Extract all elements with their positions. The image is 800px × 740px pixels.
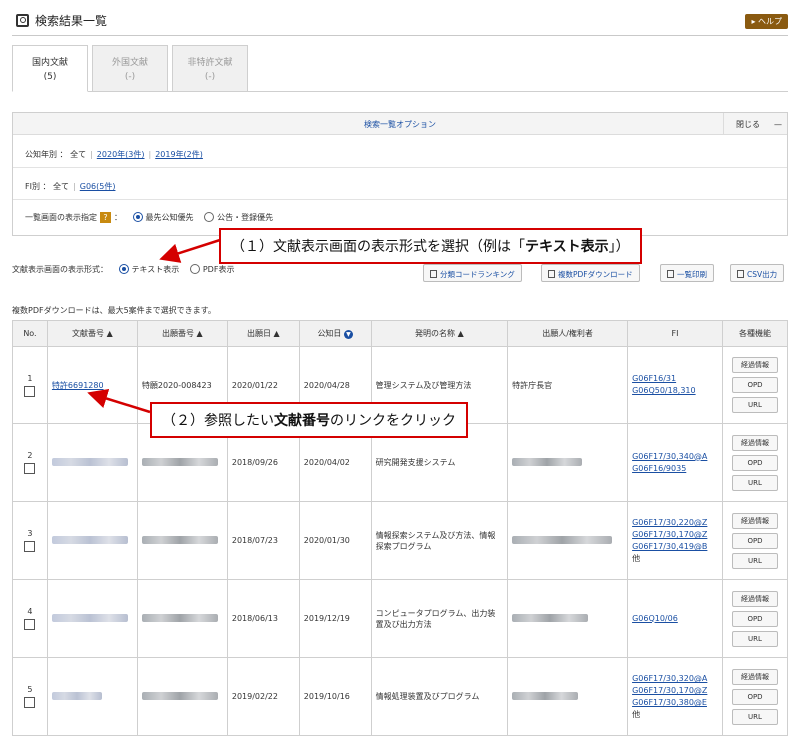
callout-step-1: （１）文献表示画面の表示形式を選択（例は「テキスト表示」）	[219, 228, 642, 264]
callout-step-2: （２）参照したい文献番号のリンクをクリック	[150, 402, 468, 438]
arrow-to-format	[164, 240, 220, 258]
arrow-to-doc-link	[92, 394, 150, 412]
annotation-arrows	[0, 0, 800, 740]
